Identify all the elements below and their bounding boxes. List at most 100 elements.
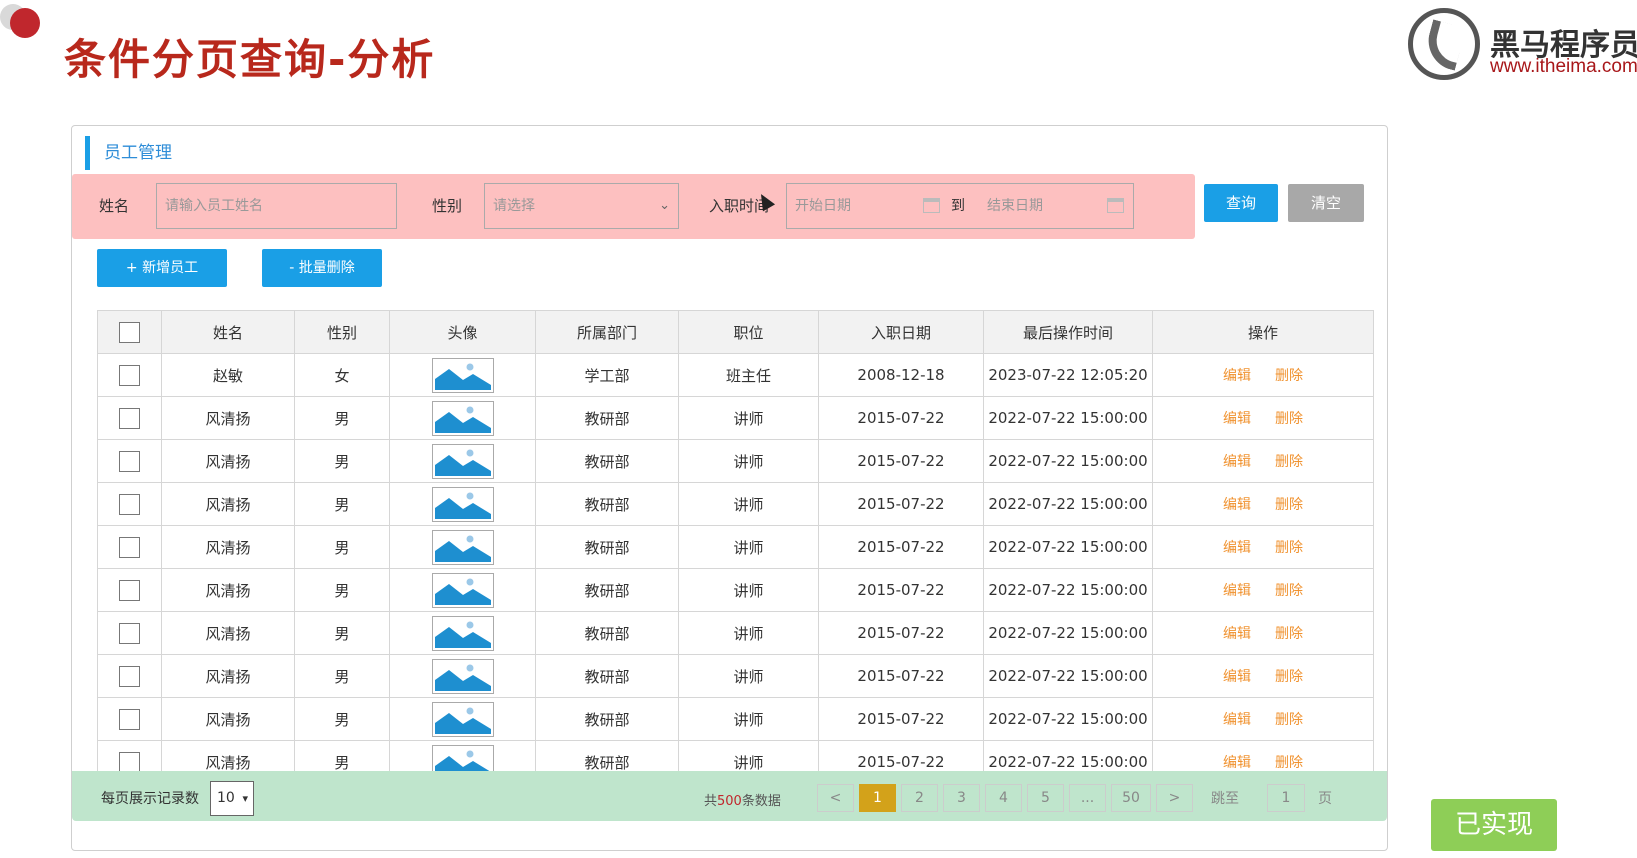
cell-gender: 男 [294, 396, 390, 440]
query-button[interactable]: 查询 [1204, 184, 1278, 222]
cell-position: 讲师 [678, 568, 819, 612]
row-checkbox[interactable] [119, 536, 140, 558]
filter-bar: 姓名 请输入员工姓名 性别 请选择 ⌄ 入职时间 开始日期 到 结束日期 [72, 174, 1195, 239]
batch-delete-button[interactable]: - 批量删除 [262, 249, 382, 287]
slide-title: 条件分页查询-分析 [64, 35, 436, 84]
edit-link[interactable]: 编辑 [1223, 669, 1251, 685]
cell-department: 教研部 [535, 697, 679, 741]
avatar-image-icon [431, 701, 494, 737]
end-date-input[interactable]: 结束日期 [987, 184, 1043, 228]
delete-link[interactable]: 删除 [1275, 540, 1303, 556]
date-range-picker[interactable]: 开始日期 到 结束日期 [786, 183, 1134, 229]
delete-link[interactable]: 删除 [1275, 454, 1303, 470]
row-checkbox[interactable] [119, 708, 140, 730]
cell-entry-date: 2015-07-22 [818, 396, 984, 440]
delete-link[interactable]: 删除 [1275, 497, 1303, 513]
row-checkbox[interactable] [119, 493, 140, 515]
page-unit-label: 页 [1318, 791, 1332, 807]
clear-button[interactable]: 清空 [1288, 184, 1364, 222]
cell-department: 教研部 [535, 439, 679, 483]
delete-link[interactable]: 删除 [1275, 669, 1303, 685]
per-page-label: 每页展示记录数 [101, 791, 199, 807]
delete-link[interactable]: 删除 [1275, 626, 1303, 642]
row-checkbox[interactable] [119, 751, 140, 773]
delete-link[interactable]: 删除 [1275, 411, 1303, 427]
cell-avatar [389, 611, 536, 655]
row-checkbox[interactable] [119, 665, 140, 687]
page-ellipsis: ... [1069, 784, 1106, 812]
add-employee-button[interactable]: + 新增员工 [97, 249, 227, 287]
gender-select[interactable]: 请选择 ⌄ [484, 183, 679, 229]
cell-last-operated: 2023-07-22 12:05:20 [983, 353, 1153, 397]
col-actions: 操作 [1152, 310, 1374, 354]
delete-link[interactable]: 删除 [1275, 712, 1303, 728]
row-checkbox[interactable] [119, 450, 140, 472]
edit-link[interactable]: 编辑 [1223, 626, 1251, 642]
table-row: 风清扬男教研部 讲师 2015-07-22 2022-07-22 15:00:00 编辑… [97, 525, 1374, 569]
page-button-5[interactable]: 5 [1027, 784, 1064, 812]
cell-avatar [389, 439, 536, 483]
edit-link[interactable]: 编辑 [1223, 497, 1251, 513]
cell-actions: 编辑 删除 [1152, 396, 1374, 440]
page-button-1[interactable]: 1 [859, 784, 896, 812]
cell-actions: 编辑 删除 [1152, 697, 1374, 741]
col-name: 姓名 [161, 310, 295, 354]
table-row: 风清扬男教研部 讲师 2015-07-22 2022-07-22 15:00:00 编辑… [97, 396, 1374, 440]
edit-link[interactable]: 编辑 [1223, 411, 1251, 427]
cell-actions: 编辑 删除 [1152, 525, 1374, 569]
name-input[interactable]: 请输入员工姓名 [156, 183, 397, 229]
cell-last-operated: 2022-07-22 15:00:00 [983, 482, 1153, 526]
page-button-4[interactable]: 4 [985, 784, 1022, 812]
cell-last-operated: 2022-07-22 15:00:00 [983, 525, 1153, 569]
edit-link[interactable]: 编辑 [1223, 712, 1251, 728]
next-page-button[interactable]: > [1156, 784, 1193, 812]
name-label: 姓名 [99, 197, 130, 215]
prev-page-button[interactable]: < [817, 784, 854, 812]
cell-position: 讲师 [678, 439, 819, 483]
cell-position: 讲师 [678, 525, 819, 569]
row-checkbox[interactable] [119, 622, 140, 644]
calendar-icon [1107, 198, 1124, 213]
cell-position: 讲师 [678, 396, 819, 440]
table-row: 风清扬男教研部 讲师 2015-07-22 2022-07-22 15:00:00 编辑… [97, 611, 1374, 655]
select-all-checkbox[interactable] [119, 321, 140, 343]
page-button-50[interactable]: 50 [1111, 784, 1151, 812]
cell-name: 风清扬 [161, 568, 295, 612]
col-last-operated: 最后操作时间 [983, 310, 1153, 354]
edit-link[interactable]: 编辑 [1223, 755, 1251, 771]
avatar-image-icon [431, 357, 494, 393]
delete-link[interactable]: 删除 [1275, 368, 1303, 384]
cell-name: 风清扬 [161, 611, 295, 655]
cell-entry-date: 2015-07-22 [818, 525, 984, 569]
edit-link[interactable]: 编辑 [1223, 368, 1251, 384]
cell-position: 班主任 [678, 353, 819, 397]
cell-department: 教研部 [535, 654, 679, 698]
row-checkbox[interactable] [119, 407, 140, 429]
row-checkbox[interactable] [119, 364, 140, 386]
per-page-select[interactable]: 10 ▾ [210, 781, 254, 816]
row-select-cell [97, 525, 162, 569]
edit-link[interactable]: 编辑 [1223, 454, 1251, 470]
edit-link[interactable]: 编辑 [1223, 540, 1251, 556]
col-position: 职位 [678, 310, 819, 354]
total-records: 共500条数据 [704, 790, 781, 809]
cell-position: 讲师 [678, 697, 819, 741]
cell-last-operated: 2022-07-22 15:00:00 [983, 654, 1153, 698]
row-checkbox[interactable] [119, 579, 140, 601]
cell-avatar [389, 396, 536, 440]
cell-department: 学工部 [535, 353, 679, 397]
panel-title: 员工管理 [85, 136, 172, 170]
table-row: 风清扬男教研部 讲师 2015-07-22 2022-07-22 15:00:00 编辑… [97, 439, 1374, 483]
start-date-input[interactable]: 开始日期 [795, 198, 851, 214]
cell-entry-date: 2008-12-18 [818, 353, 984, 397]
avatar-image-icon [431, 658, 494, 694]
cell-last-operated: 2022-07-22 15:00:00 [983, 396, 1153, 440]
implemented-badge: 已实现 [1431, 799, 1557, 851]
page-button-3[interactable]: 3 [943, 784, 980, 812]
edit-link[interactable]: 编辑 [1223, 583, 1251, 599]
gender-select-value: 请选择 [493, 198, 535, 214]
delete-link[interactable]: 删除 [1275, 755, 1303, 771]
delete-link[interactable]: 删除 [1275, 583, 1303, 599]
page-button-2[interactable]: 2 [901, 784, 938, 812]
jump-page-input[interactable]: 1 [1267, 784, 1305, 812]
